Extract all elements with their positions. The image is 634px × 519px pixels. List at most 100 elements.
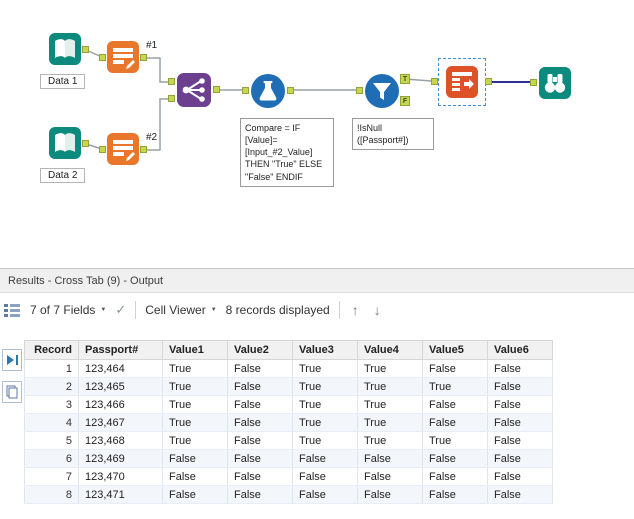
table-cell[interactable]: False <box>487 467 553 486</box>
table-row[interactable]: 6 123,469 False False False False False False <box>24 449 553 468</box>
output-anchor[interactable] <box>140 54 147 61</box>
tool-container-label[interactable]: Data 1 <box>40 74 86 89</box>
table-cell[interactable]: False <box>422 449 488 468</box>
table-cell[interactable]: False <box>422 485 488 504</box>
filter-tool[interactable] <box>364 73 400 109</box>
table-cell[interactable]: False <box>487 359 553 378</box>
table-cell[interactable]: True <box>162 359 228 378</box>
table-cell[interactable]: False <box>162 467 228 486</box>
table-row[interactable]: 7 123,470 False False False False False False <box>24 467 553 486</box>
output-anchor[interactable] <box>213 86 220 93</box>
record-number-cell[interactable]: 2 <box>24 377 79 396</box>
apply-check-icon[interactable]: ✓ <box>115 302 126 318</box>
filter-annotation[interactable]: !IsNull ([Passport#]) <box>352 118 434 151</box>
table-cell[interactable]: False <box>292 467 358 486</box>
table-cell[interactable]: False <box>292 485 358 504</box>
column-header[interactable]: Value3 <box>292 340 358 360</box>
table-cell[interactable]: True <box>292 359 358 378</box>
true-output-anchor[interactable]: T <box>400 74 410 84</box>
table-row[interactable]: 1 123,464 True False True True False False <box>24 359 553 378</box>
table-cell[interactable]: 123,470 <box>78 467 163 486</box>
table-cell[interactable]: True <box>357 395 423 414</box>
column-header[interactable]: Value1 <box>162 340 228 360</box>
multi-field-formula-tool-1[interactable] <box>106 40 140 74</box>
table-cell[interactable]: False <box>227 377 293 396</box>
formula-tool[interactable] <box>250 73 286 109</box>
table-cell[interactable]: 123,471 <box>78 485 163 504</box>
pop-out-icon[interactable] <box>2 349 22 371</box>
input-anchor[interactable] <box>168 78 175 85</box>
table-cell[interactable]: False <box>227 395 293 414</box>
table-cell[interactable]: False <box>162 485 228 504</box>
tool-container-label[interactable]: Data 2 <box>40 168 86 183</box>
table-cell[interactable]: 123,469 <box>78 449 163 468</box>
table-cell[interactable]: False <box>487 485 553 504</box>
table-cell[interactable]: True <box>292 413 358 432</box>
browse-tool[interactable] <box>538 66 572 100</box>
output-anchor[interactable] <box>485 78 492 85</box>
table-cell[interactable]: False <box>227 449 293 468</box>
table-cell[interactable]: False <box>227 359 293 378</box>
multi-field-formula-tool-2[interactable] <box>106 132 140 166</box>
table-cell[interactable]: False <box>357 467 423 486</box>
record-number-cell[interactable]: 4 <box>24 413 79 432</box>
record-number-cell[interactable]: 3 <box>24 395 79 414</box>
table-cell[interactable]: False <box>487 377 553 396</box>
table-cell[interactable]: True <box>162 431 228 450</box>
input-anchor[interactable] <box>168 95 175 102</box>
input-anchor[interactable] <box>356 87 363 94</box>
table-row[interactable]: 4 123,467 True False True True False False <box>24 413 553 432</box>
table-cell[interactable]: False <box>487 395 553 414</box>
table-cell[interactable]: True <box>357 359 423 378</box>
table-cell[interactable]: True <box>292 395 358 414</box>
output-anchor[interactable] <box>287 87 294 94</box>
record-number-cell[interactable]: 8 <box>24 485 79 504</box>
table-cell[interactable]: True <box>292 431 358 450</box>
table-cell[interactable]: False <box>227 431 293 450</box>
scroll-down-icon[interactable]: ↓ <box>371 302 384 318</box>
record-number-cell[interactable]: 5 <box>24 431 79 450</box>
table-cell[interactable]: True <box>357 377 423 396</box>
input-anchor[interactable] <box>99 54 106 61</box>
table-cell[interactable]: False <box>422 359 488 378</box>
formula-annotation[interactable]: Compare = IF [Value]= [Input_#2_Value] T… <box>240 118 334 187</box>
table-cell[interactable]: False <box>357 449 423 468</box>
false-output-anchor[interactable]: F <box>400 96 410 106</box>
table-cell[interactable]: False <box>227 467 293 486</box>
column-header[interactable]: Passport# <box>78 340 163 360</box>
table-cell[interactable]: False <box>162 449 228 468</box>
column-header[interactable]: Value6 <box>487 340 553 360</box>
table-cell[interactable]: True <box>162 413 228 432</box>
input-anchor[interactable] <box>431 78 438 85</box>
table-cell[interactable]: True <box>422 431 488 450</box>
output-anchor[interactable] <box>82 46 89 53</box>
record-number-cell[interactable]: 7 <box>24 467 79 486</box>
table-cell[interactable]: 123,466 <box>78 395 163 414</box>
input-data-tool-1[interactable] <box>48 32 82 66</box>
table-rows-icon[interactable] <box>2 299 22 321</box>
table-cell[interactable]: False <box>422 395 488 414</box>
cell-viewer-dropdown[interactable]: Cell Viewer ▼ <box>145 303 216 317</box>
column-header[interactable]: Value5 <box>422 340 488 360</box>
record-number-cell[interactable]: 1 <box>24 359 79 378</box>
table-cell[interactable]: False <box>487 449 553 468</box>
output-anchor[interactable] <box>82 140 89 147</box>
input-anchor[interactable] <box>99 146 106 153</box>
table-cell[interactable]: 123,465 <box>78 377 163 396</box>
table-cell[interactable]: False <box>487 413 553 432</box>
table-cell[interactable]: False <box>487 431 553 450</box>
fields-dropdown[interactable]: 7 of 7 Fields ▼ <box>30 303 106 317</box>
table-cell[interactable]: True <box>292 377 358 396</box>
table-cell[interactable]: False <box>227 413 293 432</box>
table-cell[interactable]: 123,464 <box>78 359 163 378</box>
table-cell[interactable]: 123,468 <box>78 431 163 450</box>
table-cell[interactable]: 123,467 <box>78 413 163 432</box>
copy-document-icon[interactable] <box>2 381 22 403</box>
union-tool[interactable] <box>176 72 212 108</box>
table-cell[interactable]: True <box>357 431 423 450</box>
table-row[interactable]: 5 123,468 True False True True True False <box>24 431 553 450</box>
table-cell[interactable]: True <box>357 413 423 432</box>
output-anchor[interactable] <box>140 146 147 153</box>
record-number-cell[interactable]: 6 <box>24 449 79 468</box>
input-anchor[interactable] <box>530 79 537 86</box>
